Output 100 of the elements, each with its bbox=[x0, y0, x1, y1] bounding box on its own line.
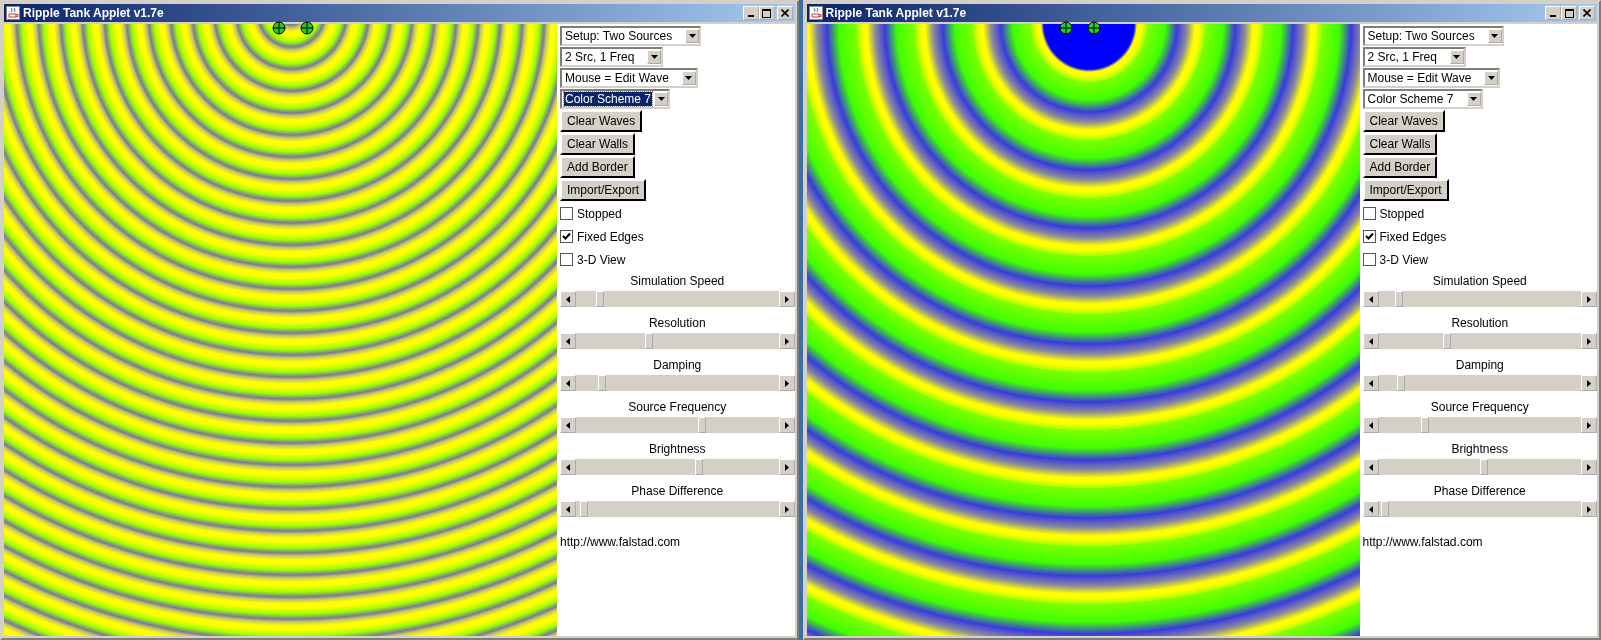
right-arrow-icon bbox=[1587, 337, 1591, 345]
dropdown[interactable]: 2 Src, 1 Freq bbox=[1362, 47, 1466, 67]
checkbox-label: Fixed Edges bbox=[577, 229, 644, 244]
slider-thumb[interactable] bbox=[644, 333, 653, 349]
close-button[interactable] bbox=[1579, 6, 1595, 20]
scroll-right-button[interactable] bbox=[778, 333, 795, 349]
checkbox-label: Stopped bbox=[577, 206, 622, 221]
slider-label: Source Frequency bbox=[1430, 400, 1529, 414]
caret-icon bbox=[650, 55, 658, 59]
scroll-right-button[interactable] bbox=[778, 501, 795, 517]
scroll-left-button[interactable] bbox=[560, 333, 576, 349]
minimize-button[interactable] bbox=[742, 6, 759, 20]
right-arrow-icon bbox=[1587, 295, 1591, 303]
scroll-right-button[interactable] bbox=[1581, 459, 1597, 475]
left-arrow-icon bbox=[566, 379, 570, 387]
left-arrow-icon bbox=[1368, 505, 1373, 513]
dropdown[interactable]: Mouse = Edit Wave bbox=[1362, 68, 1501, 88]
slider-thumb[interactable] bbox=[1396, 375, 1405, 391]
slider-thumb[interactable] bbox=[596, 291, 605, 307]
scroll-right-button[interactable] bbox=[778, 375, 795, 391]
right-arrow-icon bbox=[784, 463, 789, 471]
checkbox[interactable] bbox=[560, 230, 573, 243]
scroll-right-button[interactable] bbox=[1581, 501, 1597, 517]
source-marker-icon[interactable] bbox=[1086, 21, 1101, 35]
dropdown[interactable]: Setup: Two Sources bbox=[560, 26, 702, 46]
scroll-left-button[interactable] bbox=[1362, 459, 1379, 475]
action-button[interactable]: Import/Export bbox=[1362, 179, 1449, 201]
right-arrow-icon bbox=[1587, 463, 1591, 471]
checkbox[interactable] bbox=[560, 207, 573, 220]
slider-label: Resolution bbox=[648, 316, 706, 330]
scroll-left-button[interactable] bbox=[560, 291, 576, 307]
cup-icon bbox=[808, 6, 823, 20]
scroll-right-button[interactable] bbox=[1581, 291, 1597, 307]
action-button[interactable]: Clear Walls bbox=[560, 133, 635, 155]
dropdown[interactable]: Color Scheme 7 bbox=[560, 89, 671, 109]
dropdown[interactable]: Setup: Two Sources bbox=[1362, 26, 1504, 46]
slider-thumb[interactable] bbox=[1479, 459, 1488, 475]
scroll-left-button[interactable] bbox=[560, 501, 576, 517]
caret-icon bbox=[685, 76, 693, 80]
slider-thumb[interactable] bbox=[695, 459, 704, 475]
checkbox[interactable] bbox=[560, 253, 573, 266]
website-link[interactable]: http://www.falstad.com bbox=[560, 535, 681, 549]
scroll-right-button[interactable] bbox=[1581, 333, 1597, 349]
action-button[interactable]: Import/Export bbox=[560, 179, 647, 201]
slider-thumb[interactable] bbox=[1443, 333, 1452, 349]
checkbox[interactable] bbox=[1362, 207, 1376, 220]
checkbox[interactable] bbox=[1362, 253, 1376, 266]
scroll-left-button[interactable] bbox=[1362, 417, 1379, 433]
scroll-left-button[interactable] bbox=[1362, 291, 1379, 307]
slider-thumb[interactable] bbox=[1394, 291, 1403, 307]
dropdown[interactable]: Mouse = Edit Wave bbox=[560, 68, 698, 88]
wave-field[interactable] bbox=[806, 24, 1360, 636]
close-button[interactable] bbox=[776, 6, 793, 20]
checkbox[interactable] bbox=[1362, 230, 1376, 243]
scroll-left-button[interactable] bbox=[560, 375, 576, 391]
scroll-left-button[interactable] bbox=[1362, 333, 1379, 349]
scroll-right-button[interactable] bbox=[778, 459, 795, 475]
caret-icon bbox=[1470, 97, 1478, 101]
scroll-right-button[interactable] bbox=[778, 417, 795, 433]
scroll-left-button[interactable] bbox=[1362, 501, 1379, 517]
action-button[interactable]: Add Border bbox=[1362, 156, 1438, 178]
close-icon bbox=[780, 9, 789, 17]
left-arrow-icon bbox=[1368, 337, 1373, 345]
scroll-right-button[interactable] bbox=[1581, 375, 1597, 391]
slider-thumb[interactable] bbox=[1421, 417, 1429, 433]
right-arrow-icon bbox=[1587, 505, 1591, 513]
left-arrow-icon bbox=[566, 337, 570, 345]
source-marker-icon[interactable] bbox=[300, 21, 314, 35]
slider-thumb[interactable] bbox=[697, 417, 706, 433]
slider-label: Phase Difference bbox=[1433, 484, 1526, 498]
window-title: Ripple Tank Applet v1.7e bbox=[23, 6, 164, 20]
scroll-left-button[interactable] bbox=[560, 417, 576, 433]
slider-thumb[interactable] bbox=[580, 501, 589, 517]
dropdown[interactable]: Color Scheme 7 bbox=[1362, 89, 1483, 109]
right-arrow-icon bbox=[1587, 379, 1591, 387]
left-arrow-icon bbox=[566, 463, 570, 471]
dropdown[interactable]: 2 Src, 1 Freq bbox=[560, 47, 664, 67]
maximize-button[interactable] bbox=[1561, 6, 1577, 20]
action-button[interactable]: Add Border bbox=[560, 156, 635, 178]
scroll-right-button[interactable] bbox=[1581, 417, 1597, 433]
caret-icon bbox=[657, 97, 665, 101]
cup-icon bbox=[6, 6, 20, 20]
action-button[interactable]: Clear Waves bbox=[1362, 110, 1445, 132]
right-arrow-icon bbox=[784, 295, 789, 303]
left-arrow-icon bbox=[1368, 421, 1373, 429]
slider-thumb[interactable] bbox=[598, 375, 607, 391]
action-button[interactable]: Clear Walls bbox=[1362, 133, 1438, 155]
source-marker-icon[interactable] bbox=[272, 21, 286, 35]
wave-field[interactable] bbox=[4, 24, 557, 636]
action-button[interactable]: Clear Waves bbox=[560, 110, 643, 132]
maximize-icon bbox=[1564, 8, 1574, 18]
website-link[interactable]: http://www.falstad.com bbox=[1362, 535, 1483, 549]
slider-thumb[interactable] bbox=[1380, 501, 1389, 517]
scroll-left-button[interactable] bbox=[560, 459, 576, 475]
source-marker-icon[interactable] bbox=[1058, 21, 1073, 35]
maximize-icon bbox=[762, 8, 771, 18]
scroll-right-button[interactable] bbox=[778, 291, 795, 307]
minimize-button[interactable] bbox=[1545, 6, 1561, 20]
caret-icon bbox=[688, 34, 696, 38]
scroll-left-button[interactable] bbox=[1362, 375, 1379, 391]
